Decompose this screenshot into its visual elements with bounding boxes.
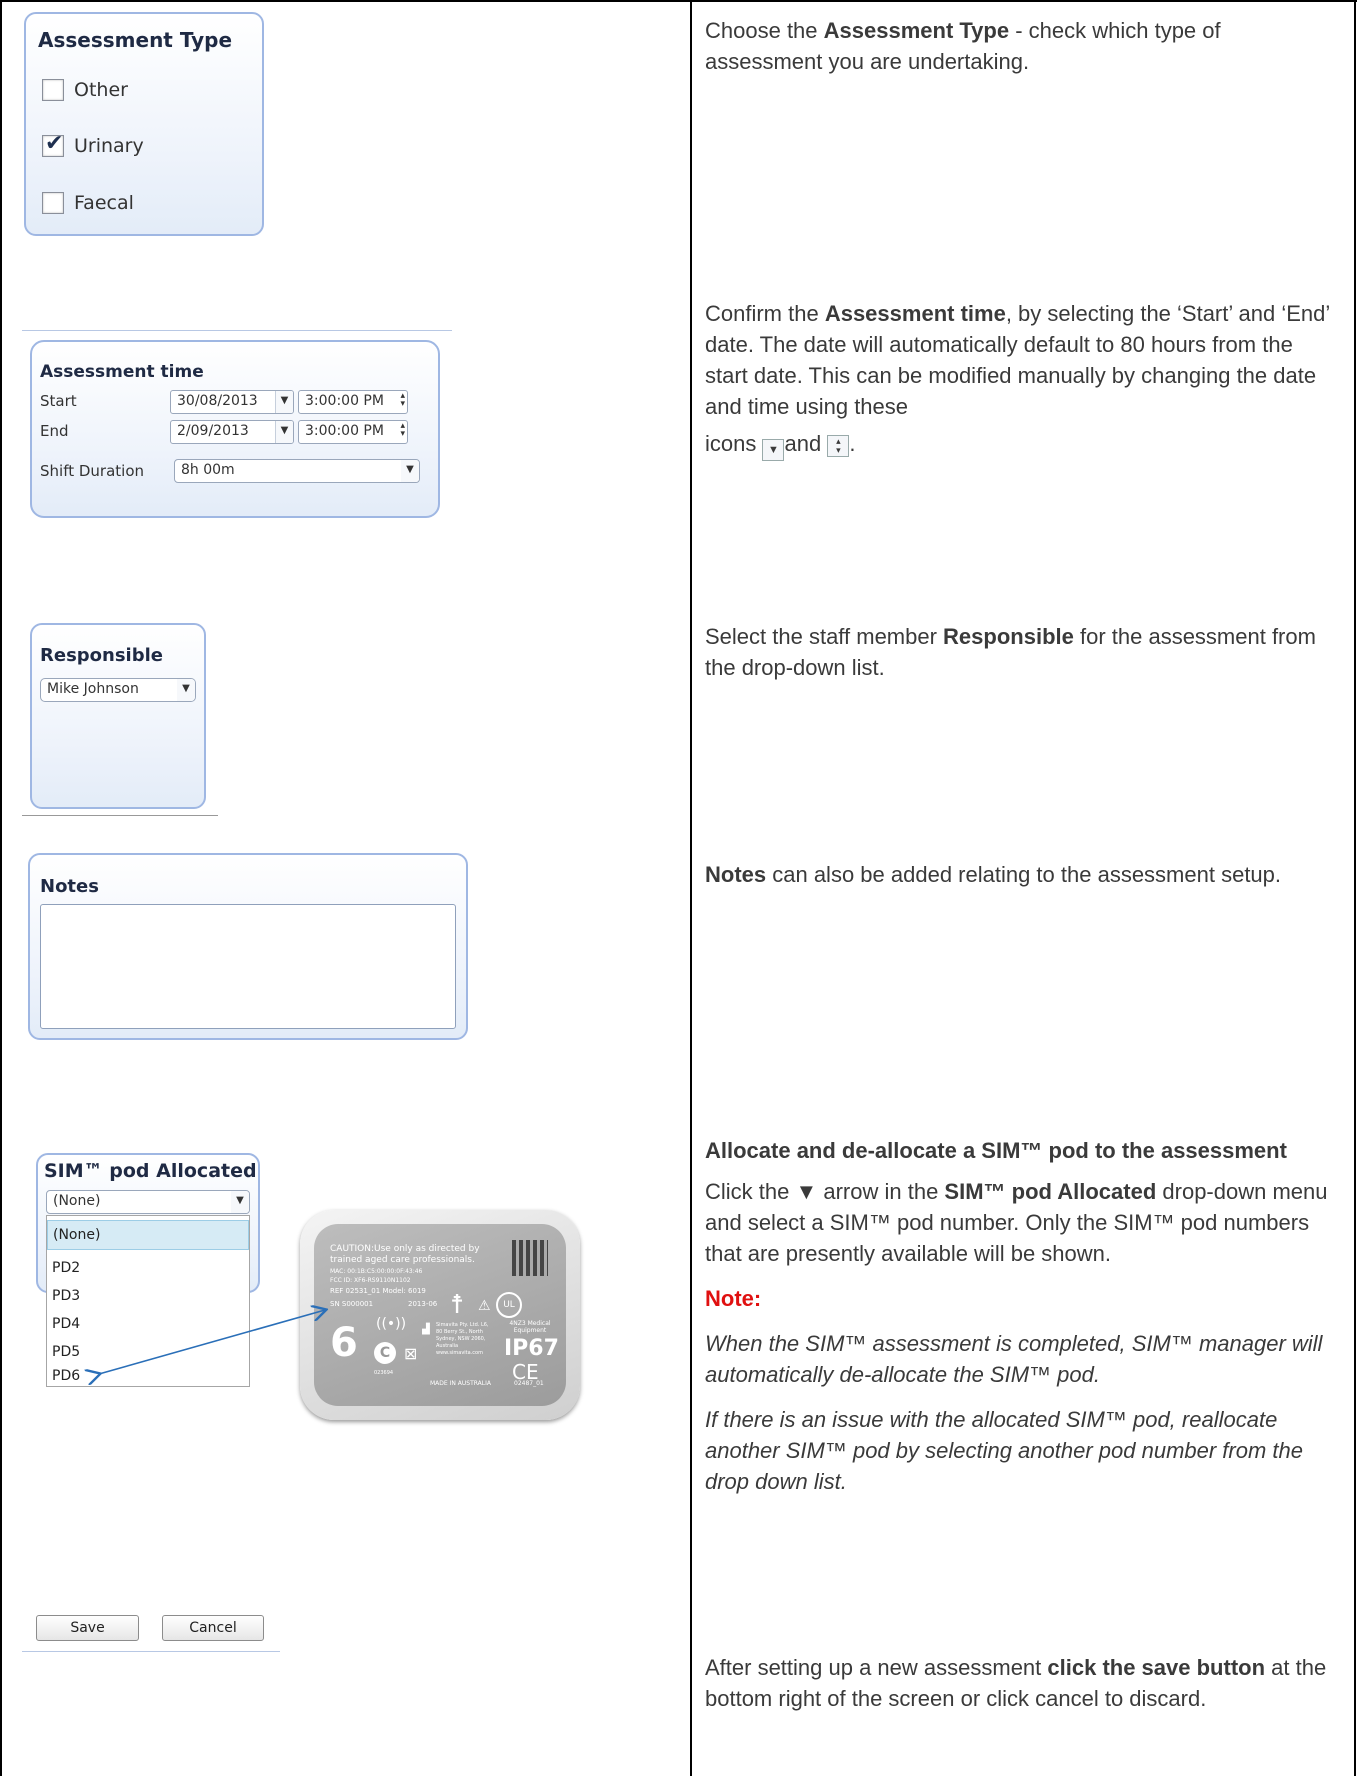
buttons-separator	[22, 1651, 280, 1652]
sim-pod-heading: Allocate and de-allocate a SIM™ pod to t…	[705, 1138, 1287, 1163]
note-label: Note:	[705, 1286, 762, 1311]
link-arrow	[0, 0, 1357, 1776]
sim-pod-description: Allocate and de-allocate a SIM™ pod to t…	[705, 1135, 1340, 1497]
sim-pod-instructions: Click the ▼ arrow in the SIM™ pod Alloca…	[705, 1179, 1328, 1266]
note-text-1: When the SIM™ assessment is completed, S…	[705, 1331, 1323, 1387]
save-button[interactable]: Save	[36, 1615, 139, 1641]
save-description: After setting up a new assessment click …	[705, 1655, 1327, 1711]
note-text-2: If there is an issue with the allocated …	[705, 1407, 1304, 1494]
cancel-button[interactable]: Cancel	[162, 1615, 264, 1641]
